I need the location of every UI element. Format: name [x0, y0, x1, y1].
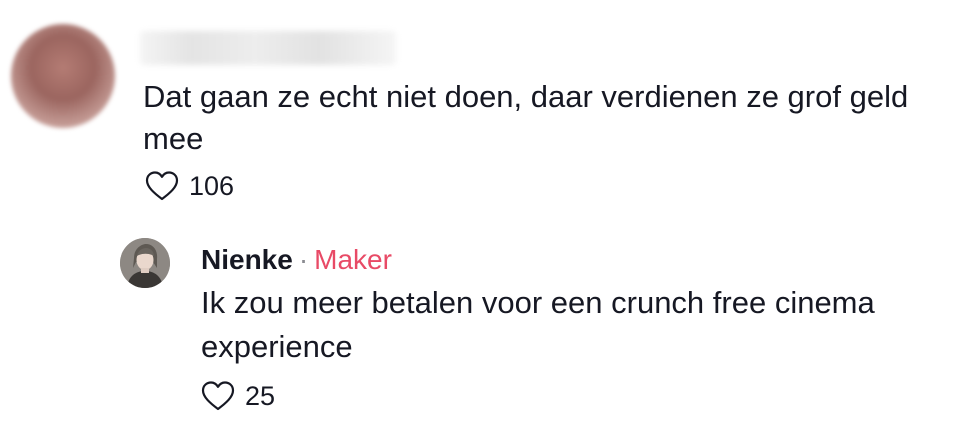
reply-author-name[interactable]: Nienke	[201, 244, 293, 275]
commenter-username-redacted[interactable]	[140, 31, 396, 65]
comment-text: Dat gaan ze echt niet doen, daar verdien…	[143, 79, 909, 156]
comment-like-button[interactable]: 106	[145, 170, 234, 202]
separator-dot: ·	[298, 244, 309, 275]
reply-text: Ik zou meer betalen voor een crunch free…	[201, 285, 875, 364]
reply-like-count: 25	[245, 380, 276, 411]
reply-author-avatar[interactable]	[120, 238, 170, 288]
reply-like-button[interactable]: 25	[201, 380, 275, 412]
reply-header: Nienke · Maker	[201, 242, 392, 278]
comment-like-count: 106	[189, 170, 235, 201]
heart-outline-icon	[201, 381, 235, 411]
commenter-avatar[interactable]	[11, 24, 115, 128]
avatar-photo	[120, 238, 170, 288]
creator-badge: Maker	[314, 244, 392, 275]
heart-outline-icon	[145, 171, 179, 201]
